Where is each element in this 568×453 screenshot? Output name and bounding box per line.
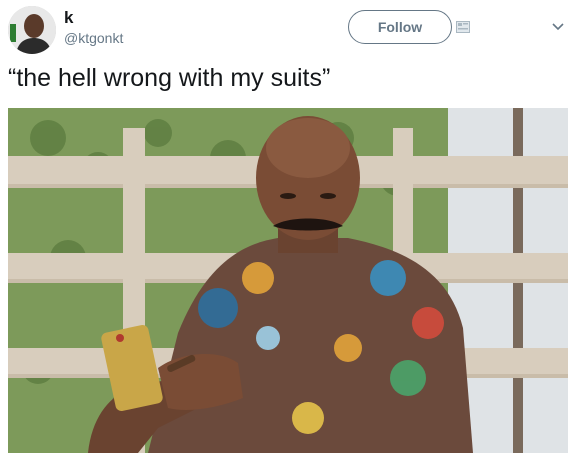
author-handle[interactable]: @ktgonkt <box>64 30 123 46</box>
badge-icon <box>456 21 470 33</box>
photo-man-patterned-shirt-phone-icon <box>8 108 568 453</box>
chevron-down-icon[interactable] <box>552 23 564 31</box>
tweet-photo[interactable] <box>8 108 568 453</box>
author-display-name[interactable]: k <box>64 8 73 28</box>
tweet-header: k @ktgonkt Follow <box>0 0 568 60</box>
follow-button[interactable]: Follow <box>348 10 452 44</box>
avatar[interactable] <box>8 6 56 54</box>
avatar-photo-icon <box>8 6 56 54</box>
tweet-text: “the hell wrong with my suits” <box>8 64 331 92</box>
